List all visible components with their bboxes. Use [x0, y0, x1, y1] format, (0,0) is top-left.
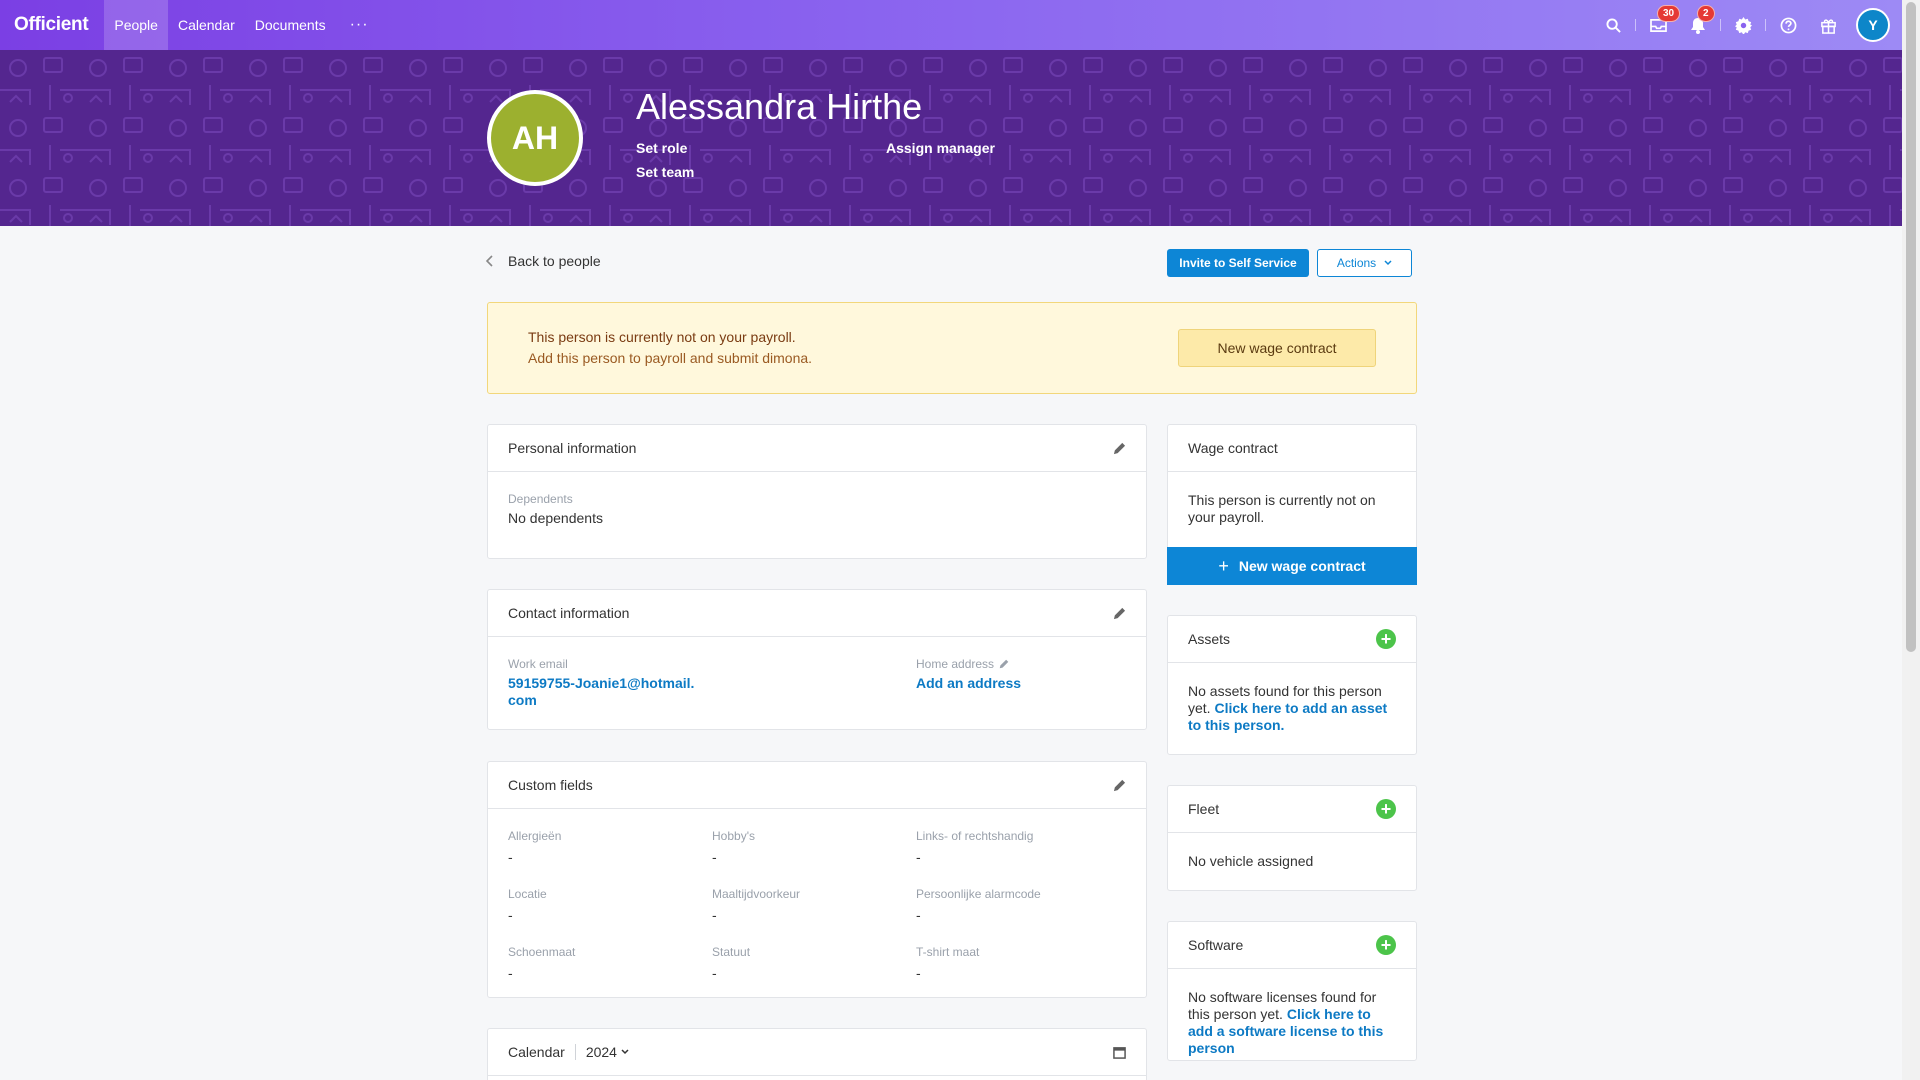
top-navigation-bar: Officient People Calendar Documents ··· …: [0, 0, 1902, 50]
work-email-link[interactable]: 59159755-Joanie1@hotmail. com: [508, 675, 694, 709]
search-icon[interactable]: [1600, 12, 1626, 38]
custom-field: T-shirt maat -: [916, 945, 980, 981]
inbox-icon[interactable]: 30: [1645, 5, 1681, 38]
card-title: Contact information: [508, 605, 630, 621]
assign-manager-link[interactable]: Assign manager: [886, 140, 995, 156]
fleet-card: Fleet + No vehicle assigned: [1167, 785, 1417, 891]
custom-fields-card: Custom fields Allergieën - Hobby's - Links…: [487, 761, 1147, 998]
dependents-value: No dependents: [508, 510, 603, 526]
divider: [1635, 19, 1636, 31]
add-asset-icon[interactable]: +: [1376, 629, 1396, 649]
nav-people[interactable]: People: [104, 0, 168, 50]
profile-avatar: AH: [487, 90, 583, 186]
alert-subtitle: Add this person to payroll and submit di…: [528, 350, 813, 366]
profile-header: AH Alessandra Hirthe Set role Assign man…: [0, 50, 1902, 226]
fleet-message: No vehicle assigned: [1188, 853, 1314, 869]
actions-label: Actions: [1336, 256, 1377, 270]
custom-field: Persoonlijke alarmcode -: [916, 887, 1041, 923]
notification-bell-icon[interactable]: 2: [1685, 5, 1715, 38]
alert-title: This person is currently not on your pay…: [528, 329, 796, 345]
chevron-down-icon: [621, 1049, 629, 1055]
personal-information-card: Personal information Dependents No depen…: [487, 424, 1147, 559]
work-email-label: Work email: [508, 657, 568, 671]
divider: [1765, 19, 1766, 31]
scrollbar-thumb[interactable]: [1906, 2, 1916, 652]
calendar-icon[interactable]: [1113, 1046, 1126, 1059]
page-scrollbar[interactable]: [1902, 0, 1920, 1080]
custom-field: Hobby's -: [712, 829, 755, 865]
alert-new-wage-contract-button[interactable]: New wage contract: [1178, 329, 1376, 367]
edit-pencil-icon[interactable]: [1113, 607, 1126, 620]
actions-dropdown-button[interactable]: Actions: [1317, 249, 1412, 277]
divider: [1720, 19, 1721, 31]
invite-self-service-button[interactable]: Invite to Self Service: [1167, 249, 1309, 277]
home-address-label: Home address: [916, 657, 995, 671]
header-background-pattern: [0, 50, 1902, 226]
custom-field: Locatie -: [508, 887, 547, 923]
card-title: Wage contract: [1188, 440, 1278, 456]
card-title: Personal information: [508, 440, 637, 456]
calendar-card: Calendar 2024: [487, 1028, 1147, 1080]
gift-icon[interactable]: [1815, 12, 1841, 38]
software-card: Software + No software licenses found fo…: [1167, 921, 1417, 1061]
contact-information-card: Contact information Work email 59159755-…: [487, 589, 1147, 730]
gear-icon[interactable]: [1730, 12, 1756, 38]
add-asset-link[interactable]: Click here to add an asset to this perso…: [1188, 700, 1387, 733]
new-wage-contract-button[interactable]: + New wage contract: [1167, 547, 1417, 585]
user-avatar[interactable]: Y: [1856, 8, 1890, 42]
back-to-people-label: Back to people: [508, 253, 601, 269]
wage-contract-card: Wage contract This person is currently n…: [1167, 424, 1417, 585]
new-wage-contract-label: New wage contract: [1238, 558, 1366, 574]
plus-icon: +: [1218, 555, 1229, 576]
assets-card: Assets + No assets found for this person…: [1167, 615, 1417, 755]
year-selector[interactable]: 2024: [586, 1044, 629, 1060]
set-team-link[interactable]: Set team: [636, 164, 694, 180]
work-email-line: 59159755-Joanie1@hotmail.: [508, 675, 695, 691]
custom-field: Maaltijdvoorkeur -: [712, 887, 801, 923]
inbox-count-badge: 30: [1657, 5, 1681, 22]
chevron-down-icon: [1384, 260, 1392, 266]
profile-name: Alessandra Hirthe: [636, 86, 923, 127]
custom-field: Schoenmaat -: [508, 945, 576, 981]
card-title: Custom fields: [508, 777, 593, 793]
custom-fields-grid: Allergieën - Hobby's - Links- of rechtshan…: [488, 809, 1146, 981]
chevron-left-icon: [486, 255, 493, 267]
nav-documents[interactable]: Documents: [245, 0, 336, 50]
divider: [574, 1044, 576, 1060]
edit-pencil-icon[interactable]: [999, 659, 1009, 669]
nav-more-menu[interactable]: ···: [336, 0, 383, 50]
back-to-people-link[interactable]: Back to people: [486, 253, 601, 269]
edit-pencil-icon[interactable]: [1113, 779, 1126, 792]
add-software-icon[interactable]: +: [1376, 935, 1396, 955]
add-address-link[interactable]: Add an address: [916, 675, 1021, 691]
custom-field: Statuut -: [712, 945, 751, 981]
card-title: Software: [1188, 937, 1244, 953]
edit-pencil-icon[interactable]: [1113, 442, 1126, 455]
card-title: Fleet: [1188, 801, 1220, 817]
custom-field: Links- of rechtshandig -: [916, 829, 1034, 865]
help-icon[interactable]: [1775, 12, 1801, 38]
top-right-toolbar: 30 2 Y: [1593, 0, 1902, 50]
nav-calendar[interactable]: Calendar: [168, 0, 245, 50]
custom-field: Allergieën -: [508, 829, 562, 865]
wage-contract-message: This person is currently not on your pay…: [1188, 492, 1376, 525]
card-title: Calendar: [508, 1044, 565, 1060]
payroll-warning-banner: This person is currently not on your pay…: [487, 302, 1417, 394]
dependents-label: Dependents: [508, 492, 573, 506]
set-role-link[interactable]: Set role: [636, 140, 687, 156]
card-title: Assets: [1188, 631, 1231, 647]
add-vehicle-icon[interactable]: +: [1376, 799, 1396, 819]
work-email-line: com: [508, 692, 537, 708]
app-logo[interactable]: Officient: [0, 14, 104, 36]
year-value: 2024: [585, 1044, 617, 1060]
notification-count-badge: 2: [1697, 5, 1715, 22]
